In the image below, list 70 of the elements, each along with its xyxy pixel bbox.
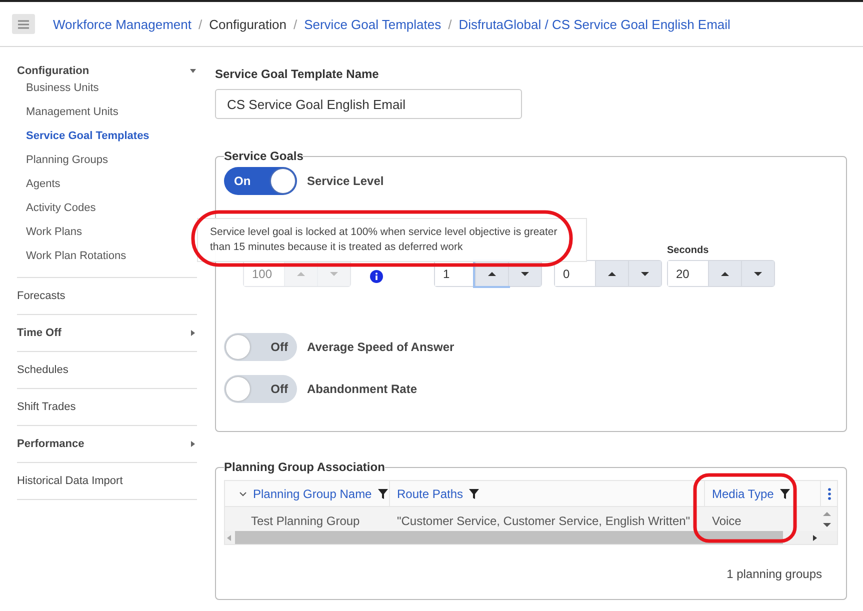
sidebar-subitem[interactable]: Work Plan Rotations — [17, 245, 197, 269]
sidebar-subitem[interactable]: Planning Groups — [17, 149, 197, 173]
horizontal-scrollbar[interactable] — [225, 531, 837, 544]
sidebar-subitem[interactable]: Service Goal Templates — [17, 125, 197, 149]
column-header[interactable]: Route Paths — [390, 481, 705, 506]
down-triangle-icon — [330, 270, 338, 278]
sidebar-item[interactable]: Performance — [17, 438, 197, 450]
breadcrumb-link[interactable]: Workforce Management — [53, 16, 192, 32]
up-triangle-icon — [721, 270, 729, 278]
down-triangle-icon — [754, 270, 762, 278]
service-level-toggle[interactable]: On — [224, 167, 297, 195]
info-icon[interactable] — [370, 270, 383, 283]
caret-right-icon — [189, 440, 197, 448]
filter-icon — [780, 488, 790, 498]
toggle-label: Abandonment Rate — [307, 382, 418, 396]
up-triangle-icon — [608, 270, 616, 278]
breadcrumb-text: Configuration — [209, 16, 286, 32]
kebab-menu-icon — [828, 488, 831, 500]
up-triangle-icon — [297, 270, 305, 278]
breadcrumb-separator: / — [448, 16, 452, 32]
down-triangle-icon — [521, 270, 529, 278]
breadcrumb-separator: / — [198, 16, 202, 32]
down-triangle-icon — [823, 521, 831, 529]
breadcrumb-link[interactable]: DisfrutaGlobal / CS Service Goal English Email — [458, 16, 730, 32]
section-title: Planning Group Association — [224, 460, 385, 474]
menu-icon — [18, 20, 29, 28]
column-header[interactable]: Media Type — [705, 481, 821, 506]
sidebar-item[interactable]: Time Off — [17, 327, 197, 339]
menu-button[interactable] — [12, 14, 35, 34]
toggle-label: Service Level — [307, 174, 384, 188]
toggle-switch[interactable]: Off — [224, 333, 297, 361]
spinner-label: Seconds — [667, 245, 710, 256]
table-cell-text: Voice — [711, 513, 742, 530]
number-spinner[interactable]: 0 — [554, 260, 662, 287]
increment-button[interactable] — [595, 261, 628, 286]
section-title: Service Goals — [224, 149, 304, 163]
breadcrumb-link[interactable]: Service Goal Templates — [304, 16, 442, 32]
up-triangle-icon — [823, 510, 831, 518]
number-spinner[interactable]: 20 — [667, 260, 775, 287]
toggle-label: Average Speed of Answer — [307, 340, 454, 354]
up-triangle-icon — [488, 270, 496, 278]
field-label: Service Goal Template Name — [215, 67, 380, 81]
sidebar-item[interactable]: Shift Trades — [17, 401, 197, 413]
down-triangle-icon — [641, 270, 649, 278]
filter-icon — [378, 488, 388, 498]
caret-down-icon — [189, 67, 197, 75]
sidebar-item[interactable]: Historical Data Import — [17, 475, 197, 487]
sidebar-subitem[interactable]: Business Units — [17, 77, 197, 101]
table-cell-text: "Customer Service, Customer Service, English Written" — [396, 513, 692, 530]
toggle-switch[interactable]: Off — [224, 375, 297, 403]
sidebar-subitem[interactable]: Activity Codes — [17, 197, 197, 221]
column-header[interactable]: Planning Group Name — [225, 481, 390, 506]
breadcrumb-separator: / — [293, 16, 298, 32]
sidebar-item[interactable]: Forecasts — [17, 290, 197, 302]
template-name-input[interactable]: CS Service Goal English Email — [215, 89, 522, 119]
decrement-button[interactable] — [741, 261, 774, 286]
scroll-right-icon[interactable] — [811, 534, 819, 542]
tooltip: Service level goal is locked at 100% when service level objective is greater than 15 minutes because it is treated as deferred work — [197, 218, 587, 262]
sidebar-item[interactable]: Schedules — [17, 364, 197, 376]
caret-right-icon — [189, 329, 197, 337]
table-cell-text: Test Planning Group — [250, 513, 361, 530]
increment-button[interactable] — [708, 261, 741, 286]
row-count: 1 planning groups — [726, 567, 822, 581]
filter-icon — [469, 488, 480, 498]
chevron-down-icon — [239, 490, 247, 498]
sidebar-subitem[interactable]: Work Plans — [17, 221, 197, 245]
sidebar-item[interactable]: Configuration — [17, 65, 197, 77]
sidebar-subitem[interactable]: Agents — [17, 173, 197, 197]
decrement-button[interactable] — [628, 261, 661, 286]
sidebar-subitem[interactable]: Management Units — [17, 101, 197, 125]
